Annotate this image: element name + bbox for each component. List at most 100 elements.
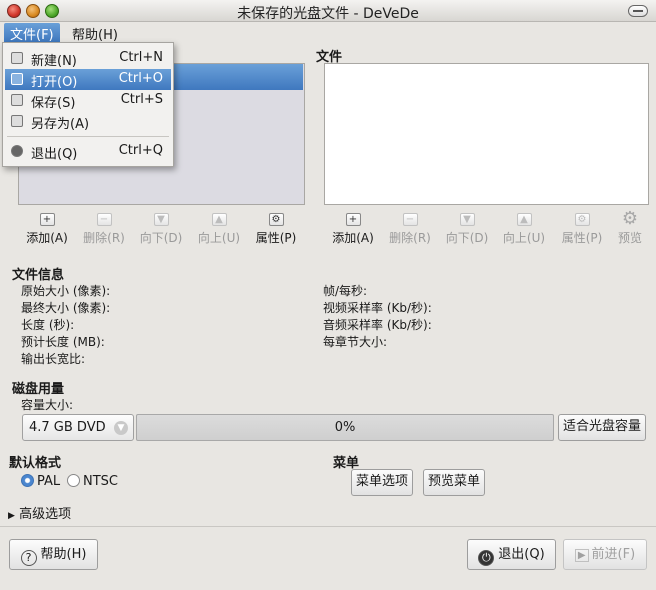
disk-usage-title: 磁盘用量 bbox=[12, 382, 65, 397]
menu-item-save-label: 保存(S) bbox=[31, 96, 76, 111]
add-file-label: 添加(A) bbox=[332, 231, 374, 245]
original-size-label: 原始大小 (像素): bbox=[21, 284, 111, 298]
delete-title-label: 删除(R) bbox=[83, 231, 125, 245]
menu-item-quit-label: 退出(Q) bbox=[31, 147, 78, 162]
radio-unselected-icon bbox=[67, 474, 80, 487]
menu-bar: 文件(F) 帮助(H) bbox=[0, 22, 656, 43]
menu-item-save-as[interactable]: 另存为(A) bbox=[5, 111, 171, 132]
menu-item-quit[interactable]: 退出(Q) Ctrl+Q bbox=[5, 141, 171, 162]
radio-selected-icon bbox=[21, 474, 34, 487]
arrow-up-icon: ▲ bbox=[516, 213, 532, 226]
audio-rate-label: 音频采样率 (Kb/秒): bbox=[323, 318, 432, 332]
bottom-separator bbox=[0, 526, 656, 527]
default-format-title: 默认格式 bbox=[9, 456, 62, 471]
file-list[interactable] bbox=[324, 63, 649, 205]
menu-item-open-accel: Ctrl+O bbox=[118, 71, 163, 86]
move-down-file-button[interactable]: ▼ 向下(D) bbox=[437, 213, 497, 246]
final-size-label: 最终大小 (像素): bbox=[21, 301, 111, 315]
aspect-ratio-label: 输出长宽比: bbox=[21, 352, 86, 366]
disc-size-value: 4.7 GB DVD bbox=[29, 420, 106, 435]
menu-item-open-label: 打开(O) bbox=[31, 75, 78, 90]
delete-title-button[interactable]: − 删除(R) bbox=[74, 213, 134, 246]
menu-item-new[interactable]: 新建(N) Ctrl+N bbox=[5, 48, 171, 69]
fit-to-disc-button[interactable]: 适合光盘容量 bbox=[558, 414, 646, 441]
move-up-file-label: 向上(U) bbox=[502, 231, 546, 245]
add-icon: + bbox=[39, 213, 55, 226]
estimated-length-label: 预计长度 (MB): bbox=[21, 335, 105, 349]
expander-arrow-icon: ▶ bbox=[8, 511, 15, 521]
power-icon: ⏻ bbox=[478, 550, 495, 566]
ntsc-label: NTSC bbox=[83, 474, 118, 489]
add-title-button[interactable]: + 添加(A) bbox=[17, 213, 77, 246]
move-up-title-label: 向上(U) bbox=[197, 231, 241, 245]
disc-size-select[interactable]: 4.7 GB DVD ▼ bbox=[22, 414, 134, 441]
menu-help[interactable]: 帮助(H) bbox=[66, 23, 124, 43]
forward-button-label: 前进(F) bbox=[591, 547, 636, 562]
video-rate-label: 视频采样率 (Kb/秒): bbox=[323, 301, 432, 315]
title-properties-label: 属性(P) bbox=[255, 231, 297, 245]
chapter-size-label: 每章节大小: bbox=[323, 335, 388, 349]
menu-item-new-accel: Ctrl+N bbox=[119, 50, 163, 65]
gear-icon: ⚙ bbox=[574, 213, 590, 226]
forward-icon: ▶ bbox=[574, 549, 589, 562]
menu-options-button[interactable]: 菜单选项 bbox=[351, 469, 413, 496]
title-properties-button[interactable]: ⚙ 属性(P) bbox=[246, 213, 306, 246]
help-button-label: 帮助(H) bbox=[40, 547, 87, 562]
delete-file-button[interactable]: − 删除(R) bbox=[380, 213, 440, 246]
file-menu-dropdown: 新建(N) Ctrl+N 打开(O) Ctrl+O 保存(S) Ctrl+S 另… bbox=[2, 42, 174, 167]
move-down-file-label: 向下(D) bbox=[445, 231, 489, 245]
file-info-title: 文件信息 bbox=[12, 268, 65, 283]
delete-file-label: 删除(R) bbox=[389, 231, 431, 245]
pal-radio[interactable]: PAL bbox=[21, 474, 60, 489]
pal-label: PAL bbox=[37, 474, 61, 489]
quit-button-label: 退出(Q) bbox=[498, 547, 545, 562]
chevron-down-icon: ▼ bbox=[114, 421, 128, 435]
arrow-down-icon: ▼ bbox=[459, 213, 475, 226]
preview-label: 预览 bbox=[617, 231, 642, 245]
preview-button[interactable]: ⚙ 预览 bbox=[600, 210, 656, 246]
save-icon bbox=[11, 94, 23, 106]
menu-item-open[interactable]: 打开(O) Ctrl+O bbox=[5, 69, 171, 90]
add-icon: + bbox=[345, 213, 361, 226]
advanced-options-label: 高级选项 bbox=[19, 507, 72, 522]
move-down-title-label: 向下(D) bbox=[139, 231, 183, 245]
arrow-down-icon: ▼ bbox=[153, 213, 169, 226]
menu-item-quit-accel: Ctrl+Q bbox=[118, 143, 163, 158]
open-folder-icon bbox=[11, 73, 23, 85]
move-up-file-button[interactable]: ▲ 向上(U) bbox=[494, 213, 554, 246]
remove-icon: − bbox=[402, 213, 418, 226]
gear-icon: ⚙ bbox=[268, 213, 284, 226]
move-down-title-button[interactable]: ▼ 向下(D) bbox=[131, 213, 191, 246]
title-bar: 未保存的光盘文件 - DeVeDe bbox=[0, 0, 656, 22]
menu-item-save-accel: Ctrl+S bbox=[120, 92, 163, 107]
disk-usage-percent: 0% bbox=[334, 420, 356, 435]
add-title-label: 添加(A) bbox=[26, 231, 68, 245]
length-label: 长度 (秒): bbox=[21, 318, 75, 332]
fps-label: 帧/每秒: bbox=[323, 284, 368, 298]
move-up-title-button[interactable]: ▲ 向上(U) bbox=[189, 213, 249, 246]
quit-icon bbox=[11, 145, 23, 157]
rollup-window-button[interactable] bbox=[628, 5, 648, 17]
window-title: 未保存的光盘文件 - DeVeDe bbox=[237, 6, 419, 22]
menu-item-new-label: 新建(N) bbox=[31, 54, 77, 69]
ntsc-radio[interactable]: NTSC bbox=[67, 474, 118, 489]
gears-icon: ⚙ bbox=[621, 208, 639, 229]
capacity-label: 容量大小: bbox=[21, 398, 74, 412]
menu-item-save-as-label: 另存为(A) bbox=[31, 117, 90, 132]
add-file-button[interactable]: + 添加(A) bbox=[323, 213, 383, 246]
arrow-up-icon: ▲ bbox=[211, 213, 227, 226]
quit-button[interactable]: ⏻ 退出(Q) bbox=[467, 539, 556, 570]
help-icon: ? bbox=[20, 550, 37, 566]
disk-usage-progress: 0% bbox=[136, 414, 554, 441]
menu-file[interactable]: 文件(F) bbox=[4, 23, 60, 43]
menu-item-save[interactable]: 保存(S) Ctrl+S bbox=[5, 90, 171, 111]
advanced-options-expander[interactable]: ▶ 高级选项 bbox=[8, 503, 71, 522]
save-as-icon bbox=[11, 115, 23, 127]
forward-button[interactable]: ▶ 前进(F) bbox=[563, 539, 647, 570]
remove-icon: − bbox=[96, 213, 112, 226]
file-properties-label: 属性(P) bbox=[561, 231, 603, 245]
help-button[interactable]: ? 帮助(H) bbox=[9, 539, 98, 570]
preview-menu-button[interactable]: 预览菜单 bbox=[423, 469, 485, 496]
menu-separator bbox=[7, 136, 169, 137]
new-document-icon bbox=[11, 52, 23, 64]
